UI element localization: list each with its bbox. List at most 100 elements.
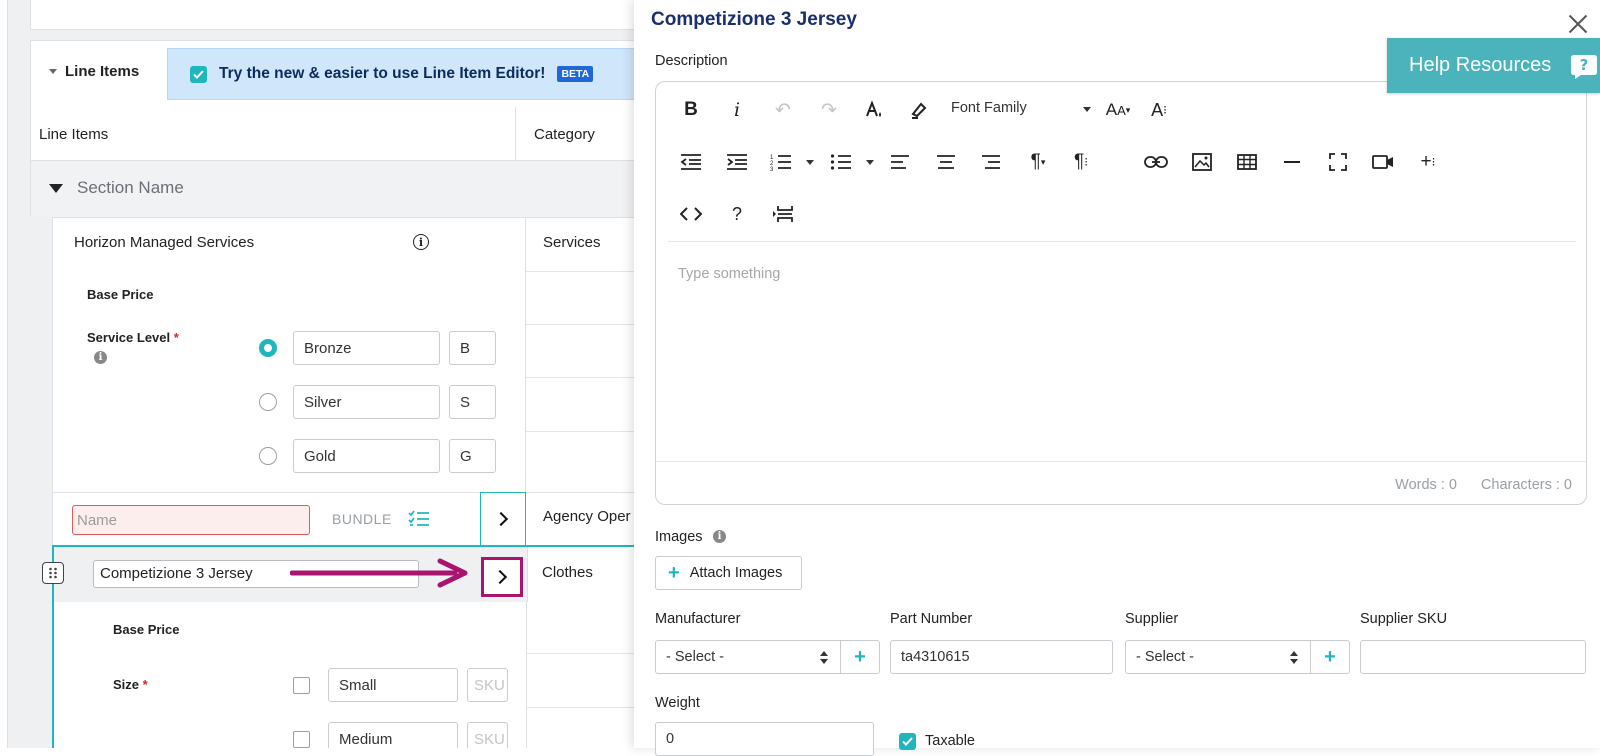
table-icon[interactable]	[1232, 147, 1262, 177]
size-sku-input[interactable]: SKU	[467, 668, 508, 702]
indent-icon[interactable]	[722, 147, 752, 177]
caret-down-icon[interactable]	[866, 160, 874, 165]
font-family-select[interactable]: Font Family	[951, 100, 1027, 116]
expand-bundle-button[interactable]	[480, 492, 526, 546]
drag-handle-icon[interactable]	[42, 562, 64, 584]
option-sku-input[interactable]: B	[449, 331, 496, 365]
svg-text:?: ?	[1580, 56, 1589, 74]
close-icon[interactable]	[1568, 14, 1588, 34]
option-name-input[interactable]: Silver	[293, 385, 440, 419]
italic-button[interactable]: i	[722, 95, 752, 125]
service-level-text: Service Level	[87, 330, 171, 345]
images-label: Images	[655, 529, 703, 545]
editor-footer-line	[656, 461, 1586, 462]
radio-bronze[interactable]	[259, 339, 277, 357]
link-icon[interactable]	[1141, 147, 1171, 177]
base-price-label: Base Price	[113, 622, 180, 637]
horizontal-line-icon[interactable]	[1277, 147, 1307, 177]
checklist-icon[interactable]	[408, 510, 430, 528]
column-divider	[525, 218, 526, 494]
fullscreen-icon[interactable]	[1323, 147, 1353, 177]
select-arrows-icon	[1290, 651, 1298, 665]
beta-editor-banner[interactable]: Try the new & easier to use Line Item Ed…	[167, 48, 640, 100]
paragraph-format-icon[interactable]: ¶ ▾	[1018, 147, 1058, 177]
info-icon[interactable]: i	[94, 351, 107, 364]
bundle-label: BUNDLE	[332, 511, 392, 527]
bold-button[interactable]: B	[676, 95, 706, 125]
expand-item-button[interactable]	[481, 557, 523, 597]
align-center-icon[interactable]	[931, 147, 961, 177]
undo-icon[interactable]: ↶	[768, 95, 798, 125]
row-line	[526, 431, 640, 432]
unordered-list-icon[interactable]	[826, 147, 856, 177]
line-items-panel: Line Items Try the new & easier to use L…	[0, 0, 640, 748]
help-icon[interactable]: ?	[722, 199, 752, 229]
code-view-icon[interactable]	[676, 199, 706, 229]
text-color-icon[interactable]	[859, 95, 889, 125]
section-row[interactable]: Section Name	[30, 161, 640, 217]
option-sku-input[interactable]: S	[449, 385, 496, 419]
supplier-select[interactable]: - Select -	[1125, 640, 1311, 674]
column-header-category[interactable]: Category	[534, 126, 595, 143]
line-items-toggle[interactable]: Line Items	[49, 63, 139, 80]
checkbox-checked-icon[interactable]	[190, 65, 207, 83]
editor-placeholder[interactable]: Type something	[678, 266, 780, 282]
bundle-row: Name BUNDLE Agency Oper	[52, 493, 640, 545]
manufacturer-select[interactable]: - Select -	[655, 640, 841, 674]
add-manufacturer-button[interactable]: +	[841, 640, 880, 674]
row-line	[527, 653, 640, 654]
base-price-label: Base Price	[87, 287, 154, 302]
chevron-right-icon	[493, 511, 509, 527]
beta-banner-text[interactable]: Try the new & easier to use Line Item Ed…	[219, 65, 545, 83]
size-name-input[interactable]: Small	[328, 668, 458, 702]
size-name-input[interactable]: Medium	[328, 722, 458, 748]
caret-down-icon[interactable]	[1083, 107, 1091, 112]
line-items-toggle-label: Line Items	[65, 63, 140, 80]
chevron-right-icon	[492, 569, 508, 585]
radio-gold[interactable]	[259, 447, 277, 465]
font-size-icon[interactable]: A A ▾	[1098, 95, 1138, 125]
bundle-name-input[interactable]: Name	[72, 505, 310, 535]
caret-down-icon[interactable]	[806, 160, 814, 165]
caret-down-icon	[49, 183, 63, 193]
plus-icon: +	[1324, 646, 1336, 668]
option-name-input[interactable]: Bronze	[293, 331, 440, 365]
size-text: Size	[113, 677, 140, 692]
align-right-icon[interactable]	[976, 147, 1006, 177]
rich-text-editor: B i ↶ ↷ Font Family A A ▾ A ⁝ 123 ¶ ▾ ¶ …	[655, 81, 1587, 505]
attach-images-button[interactable]: + Attach Images	[655, 556, 802, 590]
option-sku-input[interactable]: G	[449, 439, 496, 473]
option-name-input[interactable]: Gold	[293, 439, 440, 473]
redo-icon[interactable]: ↷	[814, 95, 844, 125]
video-icon[interactable]	[1368, 147, 1398, 177]
supplier-sku-input[interactable]	[1360, 640, 1586, 674]
align-left-icon[interactable]	[885, 147, 915, 177]
info-icon[interactable]: i	[713, 530, 726, 543]
outdent-icon[interactable]	[676, 147, 706, 177]
size-sku-input[interactable]: SKU	[467, 722, 508, 748]
part-number-input[interactable]: ta4310615	[890, 640, 1113, 674]
taxable-label: Taxable	[925, 733, 975, 749]
highlight-icon[interactable]	[904, 95, 934, 125]
supplier-label: Supplier	[1125, 611, 1179, 627]
taxable-checkbox[interactable]	[899, 733, 916, 750]
row-line	[526, 271, 640, 272]
section-title[interactable]: Section Name	[49, 178, 184, 198]
ordered-list-icon[interactable]: 123	[766, 147, 796, 177]
weight-input[interactable]: 0	[655, 722, 874, 756]
size-checkbox-medium[interactable]	[293, 731, 310, 748]
info-icon[interactable]: i	[413, 234, 429, 250]
page-break-icon[interactable]	[768, 199, 798, 229]
radio-silver[interactable]	[259, 393, 277, 411]
help-resources-button[interactable]: Help Resources ?	[1387, 38, 1600, 93]
left-gutter	[0, 0, 8, 748]
image-icon[interactable]	[1187, 147, 1217, 177]
description-label: Description	[655, 53, 728, 69]
add-supplier-button[interactable]: +	[1311, 640, 1350, 674]
more-options-icon[interactable]: + ⁝	[1413, 147, 1443, 177]
bundle-category: Agency Oper	[543, 508, 631, 525]
paragraph-style-icon[interactable]: ¶ ⁝	[1066, 147, 1096, 177]
line-item-name: Horizon Managed Services	[74, 234, 255, 251]
size-checkbox-small[interactable]	[293, 677, 310, 694]
line-height-icon[interactable]: A ⁝	[1144, 95, 1174, 125]
